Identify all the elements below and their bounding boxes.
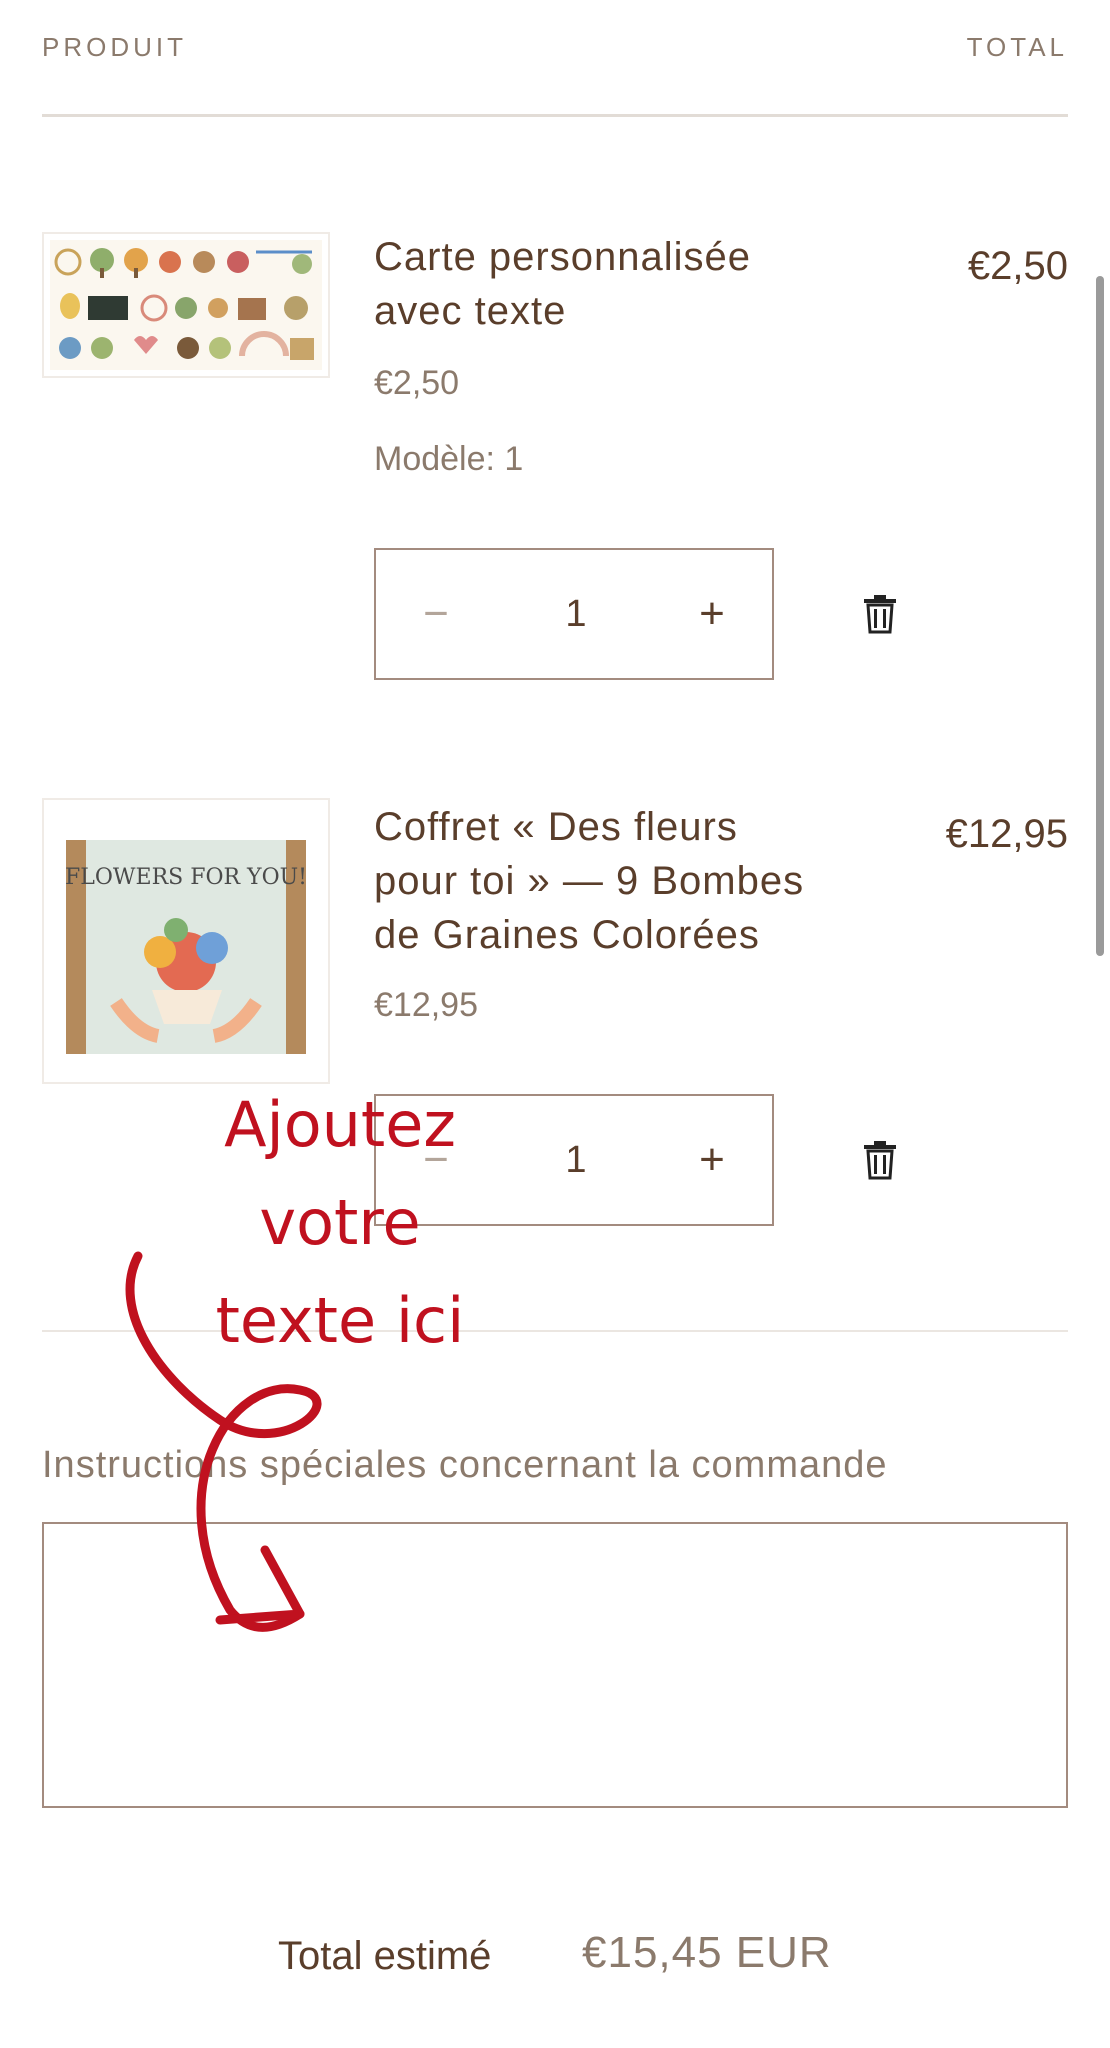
header-divider xyxy=(42,114,1068,117)
column-header-product: PRODUIT xyxy=(42,32,187,62)
flowers-box-thumbnail: FLOWERS FOR YOU! xyxy=(65,840,307,1054)
estimated-total-value: €15,45 EUR xyxy=(582,1928,832,1977)
item-title-line: Carte personnalisée xyxy=(374,235,751,279)
increase-quantity-button[interactable]: + xyxy=(672,550,752,678)
trash-icon[interactable] xyxy=(862,1140,898,1180)
item-unit-price: €2,50 xyxy=(374,364,460,402)
card-illustrations-thumbnail xyxy=(50,240,322,370)
column-header-total: TOTAL xyxy=(966,32,1068,62)
overlay-line: Ajoutez xyxy=(224,1088,456,1161)
item-title[interactable]: Carte personnalisée avec texte xyxy=(374,230,794,338)
item-title-line: pour toi » — 9 Bombes xyxy=(374,859,805,903)
curved-arrow-icon xyxy=(125,1251,322,1632)
quantity-stepper[interactable]: − 1 + xyxy=(374,548,774,680)
item-unit-price: €12,95 xyxy=(374,986,478,1024)
box-title-text: FLOWERS FOR YOU! xyxy=(65,865,307,890)
decrease-quantity-button[interactable]: − xyxy=(396,550,476,678)
increase-quantity-button[interactable]: + xyxy=(672,1096,752,1224)
item-title-line: avec texte xyxy=(374,289,567,333)
item-variant: Modèle: 1 xyxy=(374,440,524,478)
item-title[interactable]: Coffret « Des fleurs pour toi » — 9 Bomb… xyxy=(374,800,834,962)
item-title-line: de Graines Colorées xyxy=(374,913,760,957)
item-line-total: €2,50 xyxy=(967,244,1068,288)
trash-icon[interactable] xyxy=(862,594,898,634)
product-image-box[interactable]: FLOWERS FOR YOU! xyxy=(42,798,330,1084)
scrollbar[interactable] xyxy=(1096,276,1104,956)
product-image-card[interactable] xyxy=(42,232,330,378)
item-line-total: €12,95 xyxy=(945,812,1068,856)
estimated-total-label: Total estimé xyxy=(278,1934,492,1978)
item-title-line: Coffret « Des fleurs xyxy=(374,805,738,849)
quantity-value[interactable]: 1 xyxy=(516,1096,636,1224)
quantity-value[interactable]: 1 xyxy=(516,550,636,678)
